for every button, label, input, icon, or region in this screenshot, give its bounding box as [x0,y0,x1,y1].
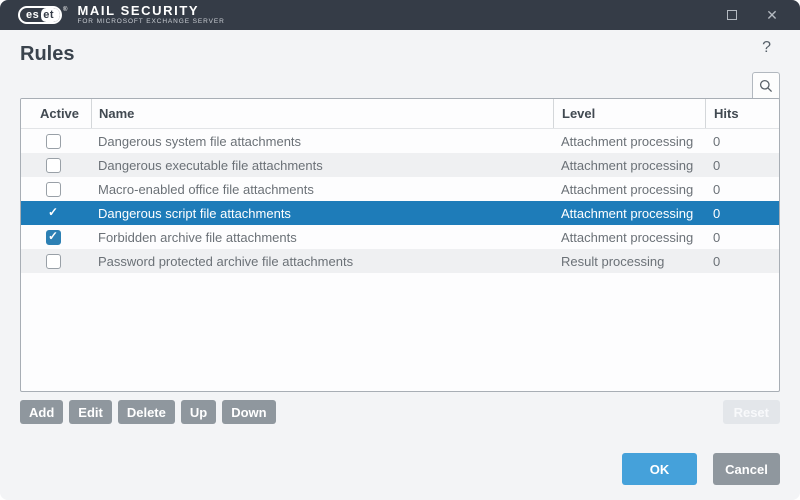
table-body: Dangerous system file attachments Attach… [21,129,779,391]
down-button[interactable]: Down [222,400,275,424]
ok-button[interactable]: OK [622,453,697,485]
rule-hits: 0 [705,201,779,225]
up-button[interactable]: Up [181,400,216,424]
column-header-active[interactable]: Active [21,99,91,128]
rule-hits: 0 [705,249,779,273]
table-header: Active Name Level Hits [21,99,779,129]
brand-text: MAIL SECURITY FOR MICROSOFT EXCHANGE SER… [77,4,224,26]
footer: OK Cancel [622,453,780,485]
search-button[interactable] [752,72,780,99]
rules-table: Active Name Level Hits Dangerous system … [20,98,780,392]
rule-level: Attachment processing [553,225,705,249]
active-checkbox[interactable] [46,254,61,269]
content-area: Rules ? Active Name Level Hits Dangerous… [0,30,800,500]
table-row[interactable]: Dangerous system file attachments Attach… [21,129,779,153]
rule-level: Result processing [553,249,705,273]
active-checkbox[interactable] [46,182,61,197]
column-header-name[interactable]: Name [91,99,553,128]
reset-button[interactable]: Reset [723,400,780,424]
registered-mark: ® [63,7,67,13]
active-checkbox[interactable] [46,206,61,221]
rule-name: Password protected archive file attachme… [91,249,553,273]
product-subtitle: FOR MICROSOFT EXCHANGE SERVER [77,18,224,26]
active-checkbox[interactable] [46,230,61,245]
rule-name: Macro-enabled office file attachments [91,177,553,201]
eset-logo-left: es [20,8,41,22]
window-controls: ✕ [722,5,782,25]
add-button[interactable]: Add [20,400,63,424]
close-icon: ✕ [766,8,778,22]
rule-name: Forbidden archive file attachments [91,225,553,249]
rule-hits: 0 [705,177,779,201]
rule-name: Dangerous script file attachments [91,201,553,225]
help-button[interactable]: ? [762,39,771,57]
eset-logo: es et [18,6,62,24]
toolbar: Add Edit Delete Up Down [20,400,276,424]
close-button[interactable]: ✕ [762,5,782,25]
maximize-icon [727,10,737,20]
search-icon [759,79,773,93]
table-row[interactable]: Dangerous executable file attachments At… [21,153,779,177]
edit-button[interactable]: Edit [69,400,112,424]
active-checkbox[interactable] [46,134,61,149]
rule-name: Dangerous system file attachments [91,129,553,153]
rule-level: Attachment processing [553,177,705,201]
rule-level: Attachment processing [553,153,705,177]
app-window: es et ® MAIL SECURITY FOR MICROSOFT EXCH… [0,0,800,500]
active-checkbox[interactable] [46,158,61,173]
column-header-hits[interactable]: Hits [705,99,779,128]
table-row[interactable]: Macro-enabled office file attachments At… [21,177,779,201]
maximize-button[interactable] [722,5,742,25]
rule-level: Attachment processing [553,129,705,153]
delete-button[interactable]: Delete [118,400,175,424]
rule-hits: 0 [705,225,779,249]
table-row[interactable]: Password protected archive file attachme… [21,249,779,273]
cancel-button[interactable]: Cancel [713,453,780,485]
page-title: Rules [20,43,74,66]
table-row-selected[interactable]: Dangerous script file attachments Attach… [21,201,779,225]
table-row[interactable]: Forbidden archive file attachments Attac… [21,225,779,249]
rule-hits: 0 [705,129,779,153]
titlebar: es et ® MAIL SECURITY FOR MICROSOFT EXCH… [0,0,800,30]
column-header-level[interactable]: Level [553,99,705,128]
rule-level: Attachment processing [553,201,705,225]
rule-hits: 0 [705,153,779,177]
rule-name: Dangerous executable file attachments [91,153,553,177]
eset-logo-right: et [41,8,60,22]
product-name: MAIL SECURITY [77,4,224,17]
